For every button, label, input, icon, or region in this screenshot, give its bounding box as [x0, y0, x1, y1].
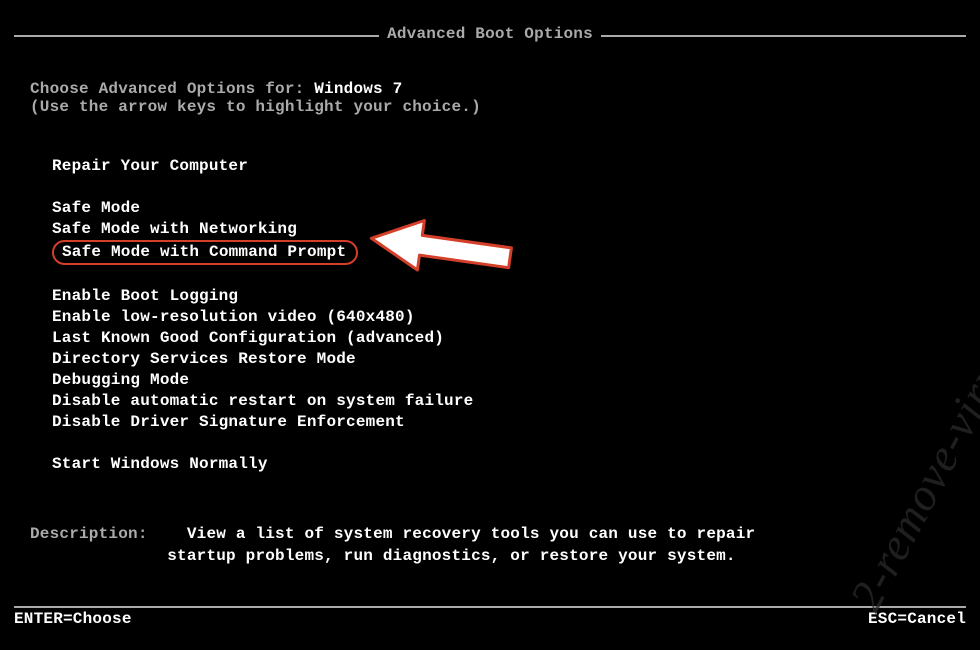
menu-item[interactable]: Safe Mode	[52, 198, 140, 219]
menu-item[interactable]: Disable automatic restart on system fail…	[52, 391, 473, 412]
description-pad	[148, 525, 187, 543]
choose-prompt: Choose Advanced Options for: Windows 7	[30, 80, 950, 98]
description-block: Description: View a list of system recov…	[30, 523, 950, 567]
boot-options-screen: Advanced Boot Options Choose Advanced Op…	[0, 0, 980, 650]
menu-item-selected[interactable]: Safe Mode with Command Prompt	[52, 240, 358, 265]
footer: ENTER=Choose ESC=Cancel	[14, 606, 966, 628]
menu-item[interactable]: Start Windows Normally	[52, 454, 268, 475]
footer-enter: ENTER=Choose	[14, 610, 132, 628]
menu-item[interactable]: Debugging Mode	[52, 370, 189, 391]
title: Advanced Boot Options	[14, 25, 966, 43]
menu-group: Start Windows Normally	[52, 454, 950, 475]
description-line-1: View a list of system recovery tools you…	[187, 525, 756, 543]
menu-group: Repair Your Computer	[52, 156, 950, 177]
content: Choose Advanced Options for: Windows 7 (…	[30, 80, 950, 567]
menu-item[interactable]: Enable low-resolution video (640x480)	[52, 307, 415, 328]
choose-prompt-prefix: Choose Advanced Options for:	[30, 80, 314, 98]
footer-esc: ESC=Cancel	[868, 610, 966, 628]
menu-item[interactable]: Last Known Good Configuration (advanced)	[52, 328, 444, 349]
title-text: Advanced Boot Options	[379, 25, 601, 43]
menu-group: Safe ModeSafe Mode with NetworkingSafe M…	[52, 198, 950, 265]
boot-menu[interactable]: Repair Your ComputerSafe ModeSafe Mode w…	[30, 156, 950, 475]
description-line-2: startup problems, run diagnostics, or re…	[167, 547, 736, 565]
menu-item[interactable]: Repair Your Computer	[52, 156, 248, 177]
description-pad2	[30, 547, 167, 565]
footer-rule	[14, 606, 966, 608]
menu-group: Enable Boot LoggingEnable low-resolution…	[52, 286, 950, 433]
menu-item[interactable]: Directory Services Restore Mode	[52, 349, 356, 370]
description-label: Description:	[30, 525, 148, 543]
menu-item[interactable]: Safe Mode with Networking	[52, 219, 297, 240]
menu-item[interactable]: Disable Driver Signature Enforcement	[52, 412, 405, 433]
os-name: Windows 7	[314, 80, 402, 98]
title-bar: Advanced Boot Options	[14, 25, 966, 47]
menu-item[interactable]: Enable Boot Logging	[52, 286, 238, 307]
arrow-key-hint: (Use the arrow keys to highlight your ch…	[30, 98, 950, 116]
